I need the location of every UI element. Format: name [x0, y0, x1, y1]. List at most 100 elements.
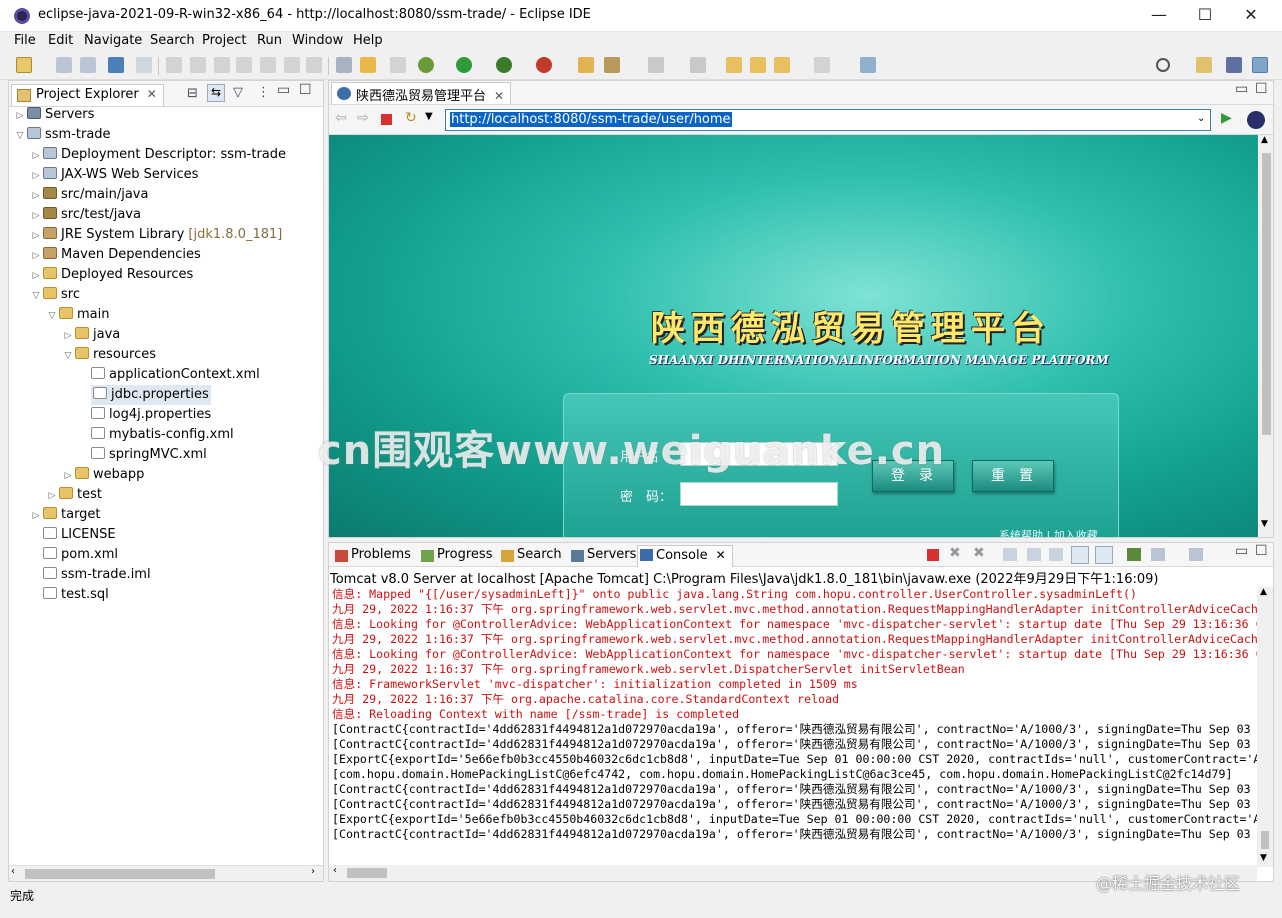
maximize-button[interactable]: ☐	[1182, 0, 1228, 32]
open-perspective-icon[interactable]	[1196, 57, 1212, 73]
tree-item-jre-library[interactable]: ▷ JRE System Library [jdk1.8.0_181]	[29, 225, 282, 245]
step-return-icon[interactable]	[306, 57, 322, 73]
tab-project-explorer[interactable]: Project Explorer ✕	[11, 84, 164, 106]
password-input[interactable]	[680, 482, 838, 506]
scroll-down-icon[interactable]: ▼	[1260, 853, 1267, 863]
menu-edit[interactable]: Edit	[48, 33, 73, 48]
tab-problems[interactable]: Problems	[333, 547, 411, 567]
tree-item-springmvc[interactable]: springMVC.xml	[77, 445, 207, 465]
menu-project[interactable]: Project	[202, 33, 246, 48]
tab-console[interactable]: Console ✕	[637, 545, 733, 567]
refresh-icon[interactable]: ↻	[405, 110, 417, 126]
tab-search[interactable]: Search	[499, 547, 562, 567]
tree-item-webapp[interactable]: ▷ webapp	[61, 465, 144, 485]
scroll-left-icon[interactable]: ‹	[11, 866, 15, 877]
tree-item-deployment-descriptor[interactable]: ▷ Deployment Descriptor: ssm-trade	[29, 145, 286, 165]
tree-item-license[interactable]: LICENSE	[29, 525, 116, 545]
disconnect-icon[interactable]	[236, 57, 252, 73]
scroll-left-icon[interactable]: ‹	[333, 865, 337, 876]
tree-item-test-sql[interactable]: test.sql	[29, 585, 109, 605]
browser-vertical-scrollbar[interactable]: ▲ ▼	[1259, 135, 1273, 537]
terminate-icon[interactable]	[927, 549, 939, 561]
show-stdout-icon[interactable]	[1071, 546, 1089, 564]
tree-item-src-main-java[interactable]: ▷ src/main/java	[29, 185, 148, 205]
refresh-menu-icon[interactable]: ▼	[425, 111, 433, 122]
minimize-editor-icon[interactable]: ▭	[1235, 81, 1248, 97]
scrollbar-thumb[interactable]	[25, 869, 215, 879]
url-history-dropdown-icon[interactable]: ⌄	[1197, 113, 1205, 124]
resume-icon[interactable]	[166, 57, 182, 73]
tab-browser[interactable]: 陕西德泓贸易管理平台 ✕	[331, 82, 512, 104]
java-ee-perspective-icon[interactable]	[1226, 57, 1242, 73]
close-tab-icon[interactable]: ✕	[494, 89, 504, 103]
scroll-right-icon[interactable]: ›	[311, 866, 315, 877]
url-input[interactable]: http://localhost:8080/ssm-trade/user/hom…	[445, 109, 1211, 131]
reset-button[interactable]: 重置	[972, 460, 1054, 492]
console-output[interactable]: 信息: Mapped "{[/user/sysadminLeft]}" onto…	[332, 587, 1257, 863]
forward-icon[interactable]	[774, 57, 790, 73]
run-icon[interactable]	[456, 57, 472, 73]
tab-servers[interactable]: Servers	[569, 547, 636, 567]
run-external-tools-icon[interactable]	[536, 57, 552, 73]
tree-item-src[interactable]: ▽ src	[29, 285, 80, 305]
word-wrap-icon[interactable]	[1049, 548, 1063, 561]
scroll-up-icon[interactable]: ▲	[1261, 135, 1268, 145]
filter-icon[interactable]: ▽	[233, 85, 243, 100]
pin-console-icon[interactable]	[1127, 548, 1141, 561]
back-icon[interactable]	[750, 57, 766, 73]
menu-navigate[interactable]: Navigate	[84, 33, 142, 48]
terminal-icon[interactable]	[108, 57, 124, 73]
scroll-down-icon[interactable]: ▼	[1261, 519, 1268, 529]
use-step-filters-icon[interactable]	[336, 57, 352, 73]
menu-run[interactable]: Run	[257, 33, 282, 48]
debug-icon[interactable]	[418, 57, 434, 73]
scrollbar-thumb[interactable]	[1261, 831, 1269, 849]
display-console-icon[interactable]	[1151, 548, 1165, 561]
view-menu-icon[interactable]: ⋮	[257, 85, 270, 100]
coverage-icon[interactable]	[496, 57, 512, 73]
console-vertical-scrollbar[interactable]: ▲ ▼	[1257, 587, 1273, 867]
scroll-up-icon[interactable]: ▲	[1260, 587, 1267, 597]
save-all-icon[interactable]	[80, 57, 96, 73]
tab-progress[interactable]: Progress	[419, 547, 492, 567]
footer-links[interactable]: 系统帮助 | 加入收藏	[999, 527, 1098, 537]
scrollbar-thumb[interactable]	[347, 868, 387, 878]
minimize-view-icon[interactable]: ▭	[277, 82, 290, 98]
tree-item-pom[interactable]: pom.xml	[29, 545, 118, 565]
tree-item-maven-deps[interactable]: ▷ Maven Dependencies	[29, 245, 201, 265]
open-type-icon[interactable]	[604, 57, 620, 73]
tree-item-ssm-trade[interactable]: ▽ ssm-trade	[13, 125, 111, 145]
new-icon[interactable]	[16, 57, 32, 73]
show-stderr-icon[interactable]	[1095, 546, 1113, 564]
highlight-icon[interactable]	[390, 57, 406, 73]
forward-arrow-icon[interactable]: ⇨	[357, 110, 369, 126]
tree-item-jdbc-properties[interactable]: jdbc.properties	[91, 385, 211, 405]
skip-breakpoints-icon[interactable]	[136, 57, 152, 73]
maximize-console-icon[interactable]: ☐	[1255, 543, 1268, 559]
tree-item-target[interactable]: ▷ target	[29, 505, 101, 525]
debug-perspective-icon[interactable]	[1252, 57, 1268, 73]
maximize-view-icon[interactable]: ☐	[299, 82, 312, 98]
menu-window[interactable]: Window	[292, 33, 343, 48]
close-button[interactable]: ✕	[1228, 0, 1274, 32]
tree-item-servers[interactable]: ▷ Servers	[13, 105, 94, 125]
new-java-project-icon[interactable]	[578, 57, 594, 73]
close-tab-icon[interactable]: ✕	[716, 548, 726, 562]
refactor-icon[interactable]	[360, 57, 376, 73]
tree-item-log4j[interactable]: log4j.properties	[77, 405, 211, 425]
tree-item-mybatis-config[interactable]: mybatis-config.xml	[77, 425, 234, 445]
tree-item-deployed-resources[interactable]: ▷ Deployed Resources	[29, 265, 193, 285]
last-edit-icon[interactable]	[726, 57, 742, 73]
collapse-all-icon[interactable]: ⊟	[187, 86, 198, 101]
close-tab-icon[interactable]: ✕	[147, 87, 157, 101]
link-with-editor-icon[interactable]: ⇆	[207, 84, 225, 102]
remove-all-icon[interactable]: ✖	[973, 545, 985, 561]
go-icon[interactable]: ▶	[1221, 110, 1232, 126]
tree-item-test[interactable]: ▷ test	[45, 485, 102, 505]
suspend-icon[interactable]	[190, 57, 206, 73]
tree-item-java[interactable]: ▷ java	[61, 325, 120, 345]
tree-item-iml[interactable]: ssm-trade.iml	[29, 565, 151, 585]
tree-item-jax-ws[interactable]: ▷ JAX-WS Web Services	[29, 165, 198, 185]
forward-disabled-icon[interactable]	[814, 57, 830, 73]
scroll-lock-icon[interactable]	[1027, 548, 1041, 561]
